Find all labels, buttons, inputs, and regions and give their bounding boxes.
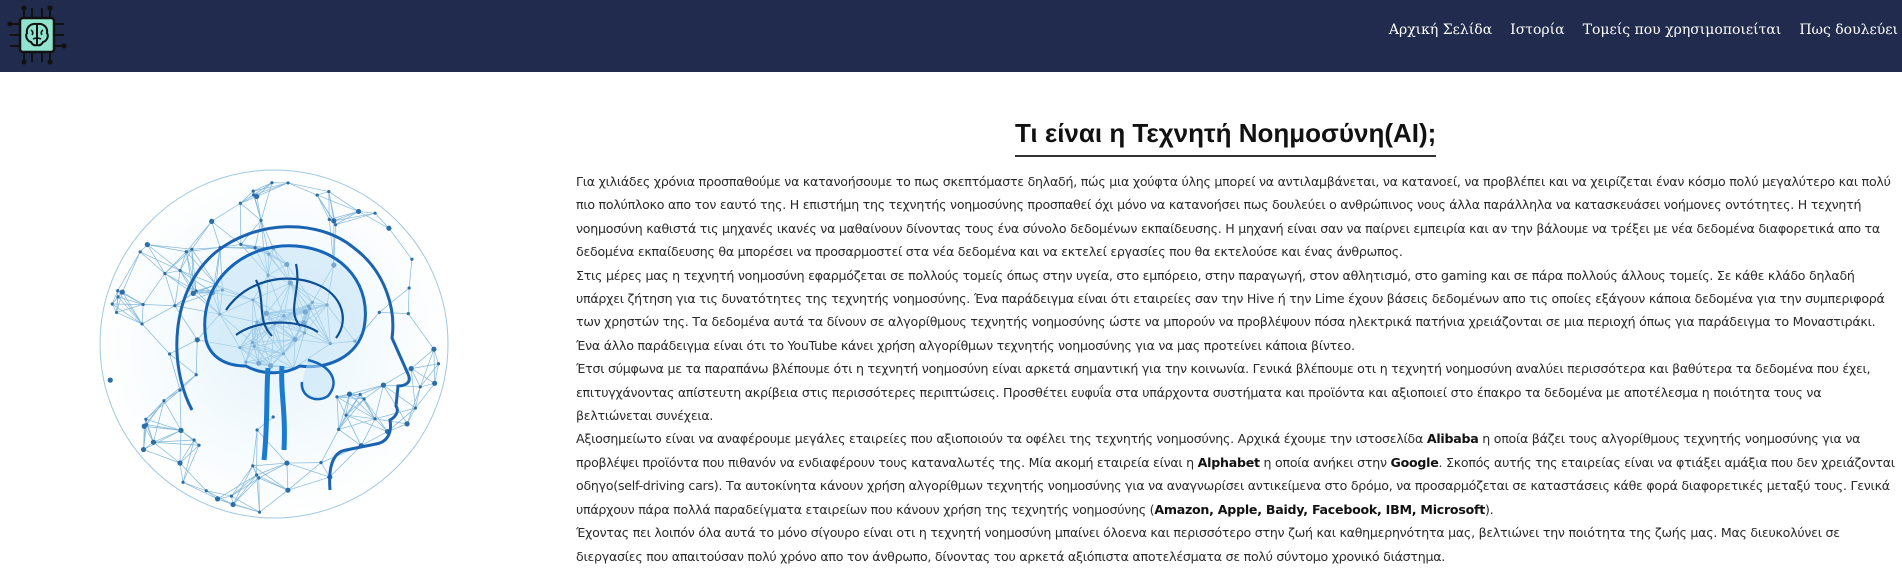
nav-menu: Αρχική Σελίδα Ιστορία Τομείς που χρησιμο… <box>1389 22 1898 38</box>
paragraph-companies: Αξιοσημείωτο είναι να αναφέρουμε μεγάλες… <box>576 431 1895 517</box>
page-title: Τι είναι η Τεχνητή Νοημοσύνη(AI); <box>1015 118 1437 148</box>
page-title-wrapper: Τι είναι η Τεχνητή Νοημοσύνη(AI); <box>1015 118 1437 157</box>
nav-link-how-it-works[interactable]: Πως δουλεύει <box>1799 22 1898 38</box>
paragraph-intro: Για χιλιάδες χρόνια προσπαθούμε να καταν… <box>576 174 1891 260</box>
nav-link-history[interactable]: Ιστορία <box>1510 22 1564 38</box>
ai-brain-illustration <box>96 160 452 528</box>
company-name: Alphabet <box>1197 454 1260 470</box>
company-name: Alibaba <box>1426 431 1479 447</box>
brain-chip-logo-icon[interactable] <box>6 4 68 66</box>
company-name: Google <box>1390 454 1439 470</box>
paragraph-conclusion: Έχοντας πει λοιπόν όλα αυτά το μόνο σίγο… <box>576 525 1840 564</box>
nav-link-fields[interactable]: Τομείς που χρησιμοποιείται <box>1583 22 1782 38</box>
top-navbar: Αρχική Σελίδα Ιστορία Τομείς που χρησιμο… <box>0 0 1902 72</box>
paragraph-applications: Στις μέρες μας η τεχνητή νοημοσύνη εφαρμ… <box>576 267 1885 353</box>
company-name: Amazon, Apple, Baidy, Facebook, IBM, Mic… <box>1154 501 1485 517</box>
nav-link-home[interactable]: Αρχική Σελίδα <box>1389 22 1492 38</box>
paragraph-importance: Έτσι σύμφωνα με τα παραπάνω βλέπουμε ότι… <box>576 361 1871 424</box>
article-body: Για χιλιάδες χρόνια προσπαθούμε να καταν… <box>576 170 1898 568</box>
